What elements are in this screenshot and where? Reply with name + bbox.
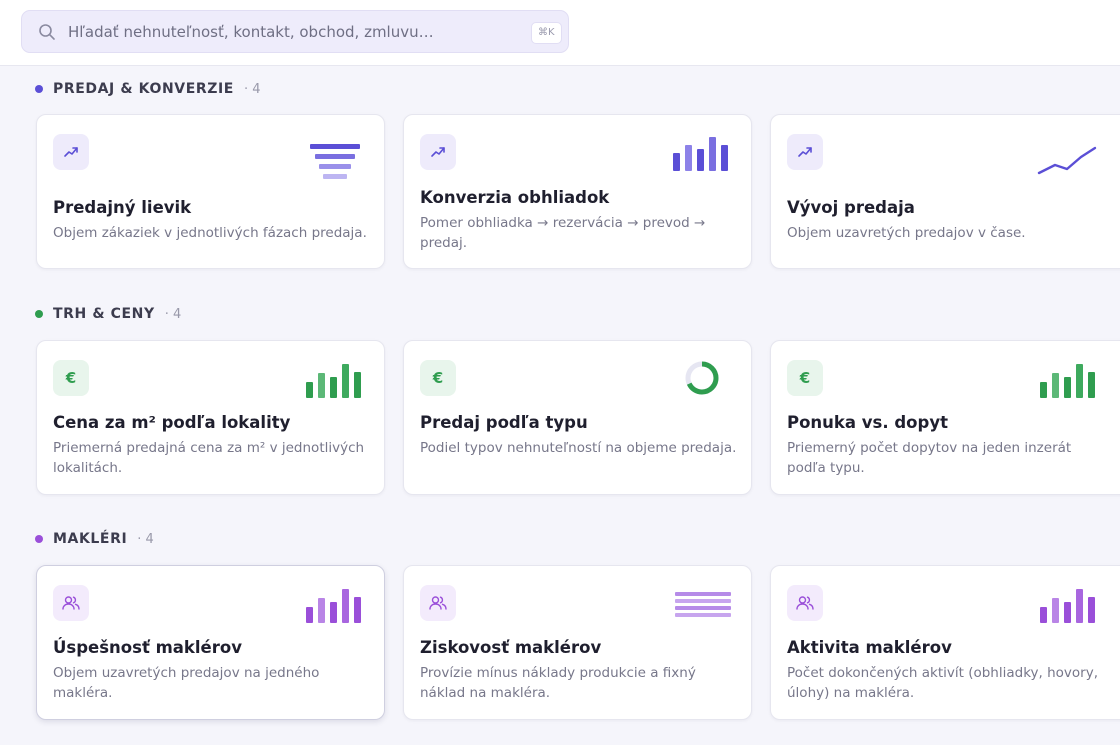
card-cena-za-m2[interactable]: € Cena za m² podľa lokality Priemerná pr… bbox=[36, 340, 385, 495]
search-box[interactable]: ⌘K bbox=[21, 10, 569, 53]
euro-icon: € bbox=[420, 360, 456, 396]
table-lines-icon bbox=[675, 592, 731, 617]
card-title: Predaj podľa typu bbox=[420, 413, 588, 432]
bar-chart-icon bbox=[1040, 589, 1095, 623]
section-header-makleri: MAKLÉRI · 4 bbox=[35, 529, 154, 549]
euro-icon: € bbox=[787, 360, 823, 396]
card-uspesnost-maklerov[interactable]: Úspešnosť maklérov Objem uzavretých pred… bbox=[36, 565, 385, 720]
section-title: MAKLÉRI bbox=[53, 531, 128, 547]
trend-up-icon bbox=[53, 134, 89, 170]
card-title: Úspešnosť maklérov bbox=[53, 638, 242, 657]
card-description: Objem uzavretých predajov na jedného mak… bbox=[53, 665, 320, 701]
card-title: Konverzia obhliadok bbox=[420, 188, 610, 207]
card-description: Počet dokončených aktivít (obhliadky, ho… bbox=[787, 665, 1099, 701]
card-title: Vývoj predaja bbox=[787, 198, 915, 217]
card-predajny-lievik[interactable]: Predajný lievik Objem zákaziek v jednotl… bbox=[36, 114, 385, 269]
trend-up-icon bbox=[420, 134, 456, 170]
card-aktivita-maklerov[interactable]: Aktivita maklérov Počet dokončených akti… bbox=[770, 565, 1120, 720]
euro-icon: € bbox=[53, 360, 89, 396]
card-konverzia-obhliadok[interactable]: Konverzia obhliadok Pomer obhliadka → re… bbox=[403, 114, 752, 269]
card-predaj-podla-typu[interactable]: € Predaj podľa typu Podiel typov nehnute… bbox=[403, 340, 752, 495]
section-count: · 4 bbox=[164, 306, 182, 322]
line-chart-icon bbox=[1037, 146, 1097, 175]
section-dot bbox=[35, 85, 43, 93]
bar-chart-icon bbox=[306, 364, 361, 398]
card-vyvoj-predaja[interactable]: Vývoj predaja Objem uzavretých predajov … bbox=[770, 114, 1120, 269]
bar-chart-icon bbox=[1040, 364, 1095, 398]
card-title: Predajný lievik bbox=[53, 198, 192, 217]
card-title: Cena za m² podľa lokality bbox=[53, 413, 291, 432]
card-title: Aktivita maklérov bbox=[787, 638, 952, 657]
section-dot bbox=[35, 535, 43, 543]
section-title: PREDAJ & KONVERZIE bbox=[53, 81, 234, 97]
users-icon bbox=[53, 585, 89, 621]
section-count: · 4 bbox=[243, 81, 261, 97]
bar-chart-icon bbox=[673, 137, 728, 171]
card-description: Objem zákaziek v jednotlivých fázach pre… bbox=[53, 225, 367, 241]
card-description: Podiel typov nehnuteľností na objeme pre… bbox=[420, 440, 737, 456]
donut-chart-icon bbox=[685, 361, 719, 395]
card-title: Ziskovosť maklérov bbox=[420, 638, 602, 657]
section-title: TRH & CENY bbox=[53, 306, 155, 322]
card-description: Provízie mínus náklady produkcie a fixný… bbox=[420, 665, 696, 701]
card-ziskovost-maklerov[interactable]: Ziskovosť maklérov Provízie mínus náklad… bbox=[403, 565, 752, 720]
section-header-trh: TRH & CENY · 4 bbox=[35, 304, 181, 324]
bar-chart-icon bbox=[306, 589, 361, 623]
search-icon bbox=[39, 24, 55, 40]
card-ponuka-vs-dopyt[interactable]: € Ponuka vs. dopyt Priemerný počet dopyt… bbox=[770, 340, 1120, 495]
search-shortcut-badge: ⌘K bbox=[531, 22, 562, 44]
users-icon bbox=[420, 585, 456, 621]
card-description: Priemerná predajná cena za m² v jednotli… bbox=[53, 440, 365, 476]
card-title: Ponuka vs. dopyt bbox=[787, 413, 948, 432]
section-header-predaj: PREDAJ & KONVERZIE · 4 bbox=[35, 79, 261, 99]
search-input[interactable] bbox=[68, 19, 508, 45]
section-dot bbox=[35, 310, 43, 318]
section-count: · 4 bbox=[137, 531, 154, 547]
card-description: Priemerný počet dopytov na jeden inzerát… bbox=[787, 440, 1072, 476]
card-description: Objem uzavretých predajov v čase. bbox=[787, 225, 1026, 241]
top-bar: ⌘K bbox=[0, 0, 1120, 66]
card-description: Pomer obhliadka → rezervácia → prevod → … bbox=[420, 215, 706, 251]
users-icon bbox=[787, 585, 823, 621]
trend-up-icon bbox=[787, 134, 823, 170]
funnel-icon bbox=[310, 144, 360, 179]
